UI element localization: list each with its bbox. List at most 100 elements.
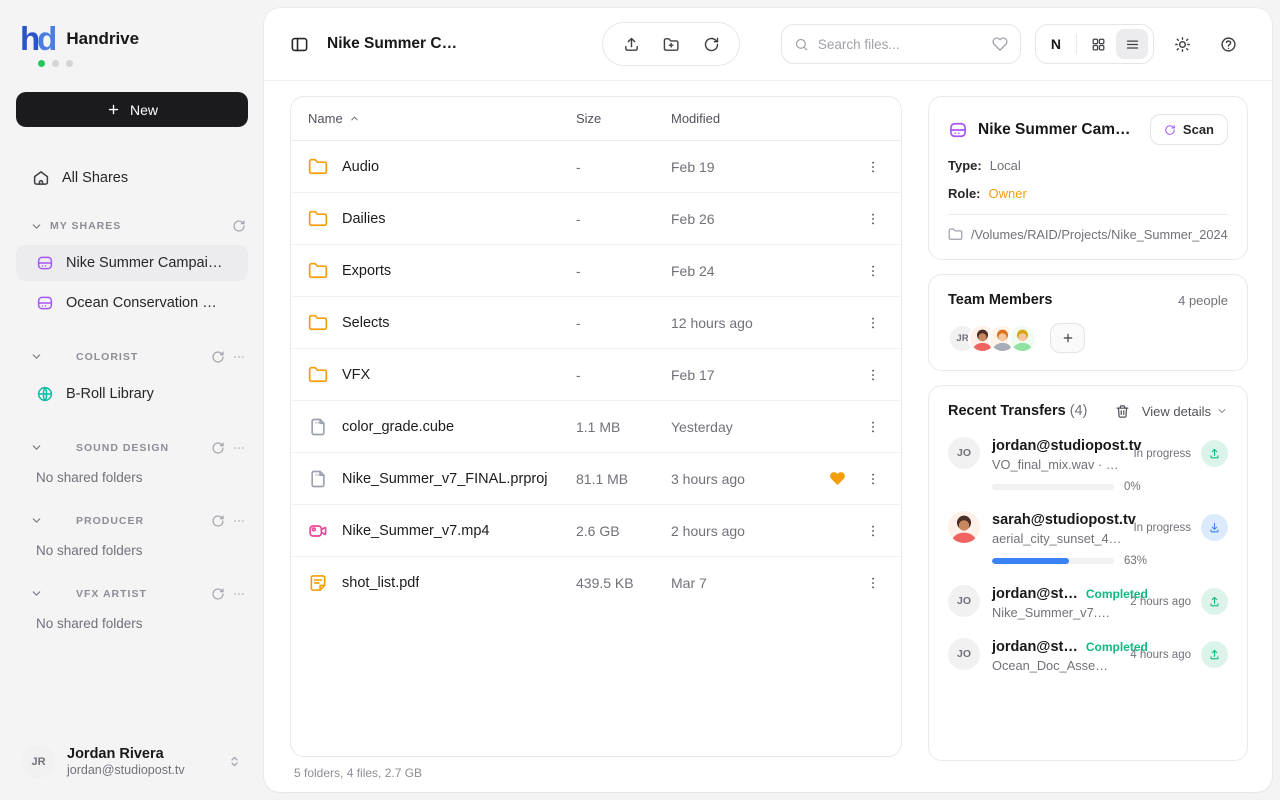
search-box [781,24,1021,64]
pdf-file-icon [308,573,328,593]
file-name: Selects [342,315,390,331]
transfer-file: Ocean_Doc_Assembly_… [992,658,1118,673]
upload-button[interactable] [611,24,651,64]
sidebar-item-all-shares[interactable]: All Shares [16,163,248,193]
file-size: 439.5 KB [576,575,671,591]
chevron-down-icon[interactable] [30,441,43,454]
table-row[interactable]: shot_list.pdf 439.5 KB Mar 7 [291,557,901,609]
file-size: - [576,315,671,331]
row-menu-button[interactable] [857,255,889,287]
search-input[interactable] [818,37,983,52]
refresh-button[interactable] [691,24,731,64]
row-menu-button[interactable] [857,151,889,183]
sidebar-item-nike-summer-campaign[interactable]: Nike Summer Campai… [16,245,248,281]
upload-direction-icon[interactable] [1201,440,1228,467]
nav-letter-button[interactable]: N [1041,36,1071,52]
row-menu-button[interactable] [857,203,889,235]
panel-left-icon [290,35,309,54]
new-button[interactable]: New [16,92,248,127]
section-label: PRODUCER [76,515,204,527]
section-vfx-artist: VFX ARTIST [16,584,248,603]
refresh-icon[interactable] [232,219,246,233]
avatar-sarah [948,511,980,543]
row-menu-button[interactable] [857,515,889,547]
section-producer: PRODUCER [16,511,248,530]
upload-direction-icon[interactable] [1201,588,1228,615]
add-member-button[interactable] [1050,323,1085,353]
row-menu-button[interactable] [857,307,889,339]
list-icon [1125,37,1140,52]
table-row[interactable]: Dailies - Feb 26 [291,193,901,245]
divider [1076,34,1077,54]
new-folder-button[interactable] [651,24,691,64]
more-icon[interactable] [232,514,246,528]
row-menu-button[interactable] [857,411,889,443]
scan-label: Scan [1183,122,1214,137]
empty-note: No shared folders [16,543,248,558]
kebab-menu-icon [865,315,881,331]
table-row[interactable]: Audio - Feb 19 [291,141,901,193]
table-row[interactable]: Nike_Summer_v7.mp4 2.6 GB 2 hours ago [291,505,901,557]
folder-icon [308,261,328,281]
file-count-summary: 5 folders, 4 files, 2.7 GB [290,757,902,780]
share-name: Nike Summer Campaign [978,121,1140,139]
file-modified: Feb 24 [671,263,821,279]
file-modified: Yesterday [671,419,821,435]
view-details-dropdown[interactable]: View details [1142,404,1228,419]
sort-by-name[interactable]: Name [308,111,576,126]
search-icon [794,37,809,52]
table-row[interactable]: VFX - Feb 17 [291,349,901,401]
sidebar-toggle-button[interactable] [290,35,309,54]
share-label: Ocean Conservation … [66,295,217,311]
heart-filter-icon[interactable] [992,36,1008,52]
scan-button[interactable]: Scan [1150,114,1228,145]
chevron-down-icon[interactable] [30,587,43,600]
table-row[interactable]: Selects - 12 hours ago [291,297,901,349]
sidebar-item-b-roll-library[interactable]: B-Roll Library [16,376,248,412]
transfer-item: JO jordan@st… Completed Nike_Summer_v7.m… [948,585,1228,620]
file-modified: 3 hours ago [671,471,821,487]
column-size[interactable]: Size [576,111,671,126]
folder-icon [308,157,328,177]
refresh-icon[interactable] [211,441,225,455]
avatar: JO [948,638,980,670]
help-button[interactable] [1210,26,1246,62]
transfer-time: 2 hours ago [1130,596,1191,608]
file-icon [308,469,328,489]
favorite-heart-icon[interactable] [821,470,853,487]
clear-transfers-icon[interactable] [1115,404,1130,419]
more-icon[interactable] [232,441,246,455]
refresh-icon[interactable] [211,587,225,601]
list-view-button[interactable] [1116,29,1148,59]
grid-view-button[interactable] [1082,29,1114,59]
transfers-title: Recent Transfers [948,403,1066,419]
chevron-down-icon[interactable] [30,220,43,233]
table-row[interactable]: Exports - Feb 24 [291,245,901,297]
column-modified[interactable]: Modified [671,111,821,126]
download-direction-icon[interactable] [1201,514,1228,541]
file-size: 2.6 GB [576,523,671,539]
table-row[interactable]: color_grade.cube 1.1 MB Yesterday [291,401,901,453]
chevron-down-icon[interactable] [30,350,43,363]
row-menu-button[interactable] [857,359,889,391]
row-menu-button[interactable] [857,567,889,599]
sort-asc-icon [349,113,360,124]
account-switcher[interactable]: JR Jordan Rivera jordan@studiopost.tv [16,741,248,782]
refresh-icon[interactable] [211,514,225,528]
sidebar-item-ocean-conservation[interactable]: Ocean Conservation … [16,285,248,321]
progress-bar [992,484,1114,490]
upload-direction-icon[interactable] [1201,641,1228,668]
table-row[interactable]: Nike_Summer_v7_FINAL.prproj 81.1 MB 3 ho… [291,453,901,505]
more-icon[interactable] [232,587,246,601]
more-icon[interactable] [232,350,246,364]
avatar-sound-design [50,438,69,457]
transfer-item: sarah@studiopost.tv aerial_city_sunset_4… [948,511,1228,567]
transfer-file: aerial_city_sunset_4k.m… [992,531,1121,546]
row-menu-button[interactable] [857,463,889,495]
theme-toggle-button[interactable] [1164,26,1200,62]
refresh-icon[interactable] [211,350,225,364]
transfer-status: In progress [1133,448,1191,460]
file-modified: Feb 19 [671,159,821,175]
chevron-down-icon[interactable] [30,514,43,527]
transfers-count: (4) [1070,403,1088,419]
